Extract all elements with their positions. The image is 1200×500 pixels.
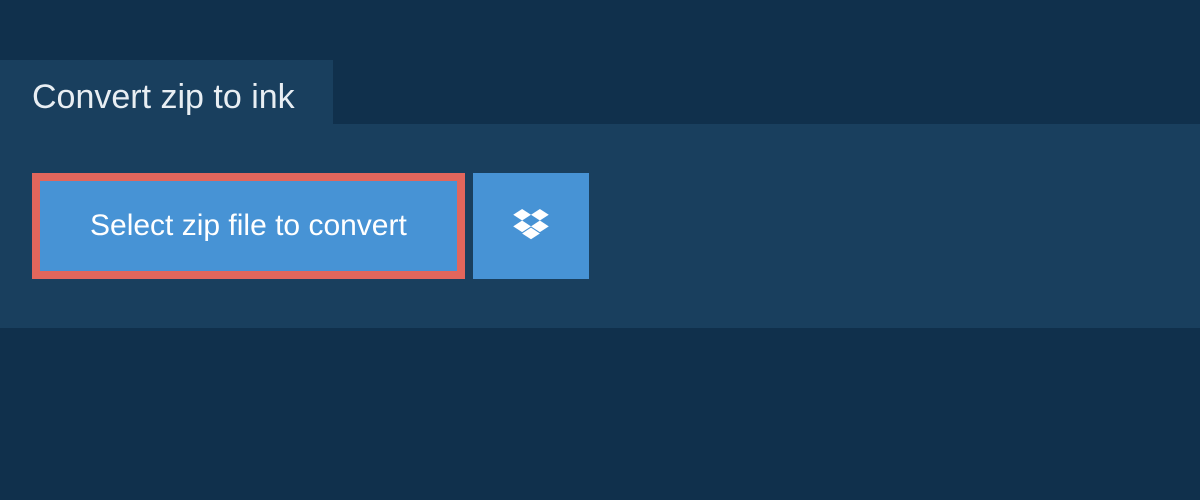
dropbox-button[interactable] <box>473 173 589 279</box>
upload-panel: Select zip file to convert <box>0 124 1200 328</box>
select-file-button[interactable]: Select zip file to convert <box>32 173 465 279</box>
button-group: Select zip file to convert <box>32 173 589 279</box>
select-file-label: Select zip file to convert <box>90 209 407 243</box>
dropbox-icon <box>513 209 549 244</box>
